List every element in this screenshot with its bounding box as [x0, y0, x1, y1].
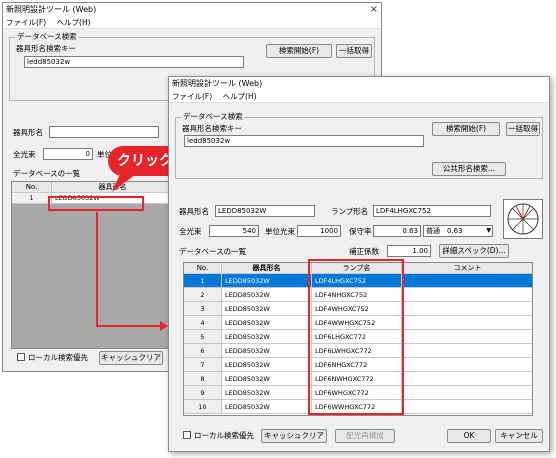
front-row-number: 9	[184, 386, 222, 400]
back-local-priority-checkbox[interactable]: ローカル検索優先	[17, 353, 88, 363]
front-menu-help[interactable]: ヘルプ(H)	[223, 92, 257, 101]
back-title-bar: 新照明設計ツール (Web) ×	[3, 3, 381, 17]
front-row-comment	[402, 274, 532, 288]
back-local-priority-label: ローカル検索優先	[28, 353, 88, 362]
front-row-comment	[402, 330, 532, 344]
front-row-number: 7	[184, 358, 222, 372]
front-maint-dropdown[interactable]: 普通 0.63 ▼	[423, 225, 493, 237]
back-bulk-button[interactable]: 一括取得	[336, 44, 372, 58]
back-row-number: 1	[12, 193, 52, 204]
front-col-no[interactable]: No.	[184, 263, 222, 274]
front-menu-file[interactable]: ファイル(F)	[172, 92, 212, 101]
front-row-comment	[402, 316, 532, 330]
front-search-button[interactable]: 検索開始(F)	[432, 122, 500, 136]
front-row-comment	[402, 302, 532, 316]
front-row-fixture: LEDD85032W	[222, 316, 312, 330]
back-flux-value: 0	[43, 148, 93, 160]
back-menu-file[interactable]: ファイル(F)	[6, 18, 46, 27]
front-cache-clear-button[interactable]: キャッシュクリア	[261, 429, 327, 443]
front-col-comment[interactable]: コメント	[402, 263, 532, 274]
front-row-fixture: LEDD85032W	[222, 358, 312, 372]
light-distribution-svg	[507, 203, 539, 235]
front-lamp-label: ランプ形名	[331, 207, 369, 216]
lamp-column-highlight-box	[308, 259, 404, 415]
close-icon[interactable]: ×	[370, 4, 378, 16]
front-local-priority-label: ローカル検索優先	[194, 431, 254, 440]
back-fixture-label: 器具形名	[13, 128, 43, 137]
front-row-fixture: LEDD85032W	[222, 372, 312, 386]
front-local-priority-checkbox[interactable]: ローカル検索優先	[183, 431, 254, 441]
back-list-label: データベースの一覧	[13, 169, 81, 178]
front-ok-button[interactable]: OK	[447, 429, 491, 443]
front-row-number: 3	[184, 302, 222, 316]
back-key-label: 器具形名検索キー	[16, 44, 76, 53]
front-flux-value: 540	[209, 225, 259, 237]
back-col-no[interactable]: No.	[12, 182, 52, 193]
front-detail-spec-button[interactable]: 詳細スペック(D)...	[439, 244, 509, 258]
front-window-title: 新照明設計ツール (Web)	[172, 79, 263, 88]
front-col-fixture[interactable]: 器具形名	[222, 263, 312, 274]
front-unit-flux-value: 1000	[297, 225, 341, 237]
front-cancel-button[interactable]: キャンセル	[495, 429, 543, 443]
back-menu-help[interactable]: ヘルプ(H)	[57, 18, 91, 27]
front-title-bar: 新照明設計ツール (Web)	[169, 77, 549, 91]
front-row-number: 2	[184, 288, 222, 302]
front-lamp-input[interactable]: LDF4LHGXC752	[373, 205, 491, 217]
front-db-search-group: データベース検索 器具形名検索キー ledd85032w 検索開始(F) 一括取…	[175, 112, 543, 179]
front-fixture-label: 器具形名	[179, 207, 209, 216]
front-row-comment	[402, 372, 532, 386]
front-row-number: 1	[184, 274, 222, 288]
front-row-number: 4	[184, 316, 222, 330]
back-cache-clear-button[interactable]: キャッシュクリア	[99, 351, 163, 365]
back-fixture-input[interactable]	[49, 126, 159, 138]
front-unit-flux-label: 単位光束	[265, 227, 295, 236]
front-row-comment	[402, 288, 532, 302]
front-correction-value: 1.00	[387, 245, 431, 257]
front-row-comment	[402, 344, 532, 358]
front-public-search-button[interactable]: 公共形名検索...	[432, 162, 506, 176]
front-correction-label: 補正係数	[349, 247, 379, 256]
front-row-comment	[402, 400, 532, 414]
back-key-input[interactable]: ledd85032w	[24, 56, 244, 68]
back-grid-header: No. 器具形名	[12, 182, 172, 193]
back-menu-bar: ファイル(F) ヘルプ(H)	[3, 17, 381, 29]
front-row-number: 8	[184, 372, 222, 386]
back-search-button[interactable]: 検索開始(F)	[266, 44, 332, 58]
front-row-number: 5	[184, 330, 222, 344]
front-row-fixture: LEDD85032W	[222, 302, 312, 316]
fixture-highlight-box	[48, 196, 144, 211]
checkbox-icon	[17, 353, 25, 361]
front-fixture-input[interactable]: LEDD85032W	[215, 205, 315, 217]
front-row-fixture: LEDD85032W	[222, 344, 312, 358]
front-flux-label: 全光束	[179, 227, 202, 236]
front-bulk-button[interactable]: 一括取得	[506, 122, 540, 136]
back-col-fixture[interactable]: 器具形名	[52, 182, 172, 193]
front-row-fixture: LEDD85032W	[222, 274, 312, 288]
front-key-input[interactable]: ledd85032w	[184, 135, 424, 147]
chevron-down-icon: ▼	[486, 227, 491, 234]
light-distribution-icon[interactable]	[503, 199, 543, 239]
front-menu-bar: ファイル(F) ヘルプ(H)	[169, 91, 549, 103]
front-row-fixture: LEDD85032W	[222, 400, 312, 414]
front-redistribute-button: 配光再構成	[335, 429, 395, 443]
front-row-comment	[402, 386, 532, 400]
front-row-fixture: LEDD85032W	[222, 288, 312, 302]
back-window-title: 新照明設計ツール (Web)	[6, 5, 97, 14]
front-row-comment	[402, 358, 532, 372]
front-row-number: 10	[184, 400, 222, 414]
front-maint-label: 保守率	[349, 227, 372, 236]
front-list-label: データベースの一覧	[179, 247, 247, 256]
front-maint-dropdown-value: 普通 0.63	[426, 227, 463, 235]
front-key-label: 器具形名検索キー	[182, 124, 242, 133]
front-maint-value: 0.63	[373, 225, 421, 237]
front-row-number: 6	[184, 344, 222, 358]
back-db-search-label: データベース検索	[15, 32, 79, 42]
checkbox-icon	[183, 431, 191, 439]
back-flux-label: 全光束	[13, 150, 36, 159]
front-db-search-label: データベース検索	[181, 112, 245, 122]
front-row-fixture: LEDD85032W	[222, 386, 312, 400]
front-row-fixture: LEDD85032W	[222, 330, 312, 344]
